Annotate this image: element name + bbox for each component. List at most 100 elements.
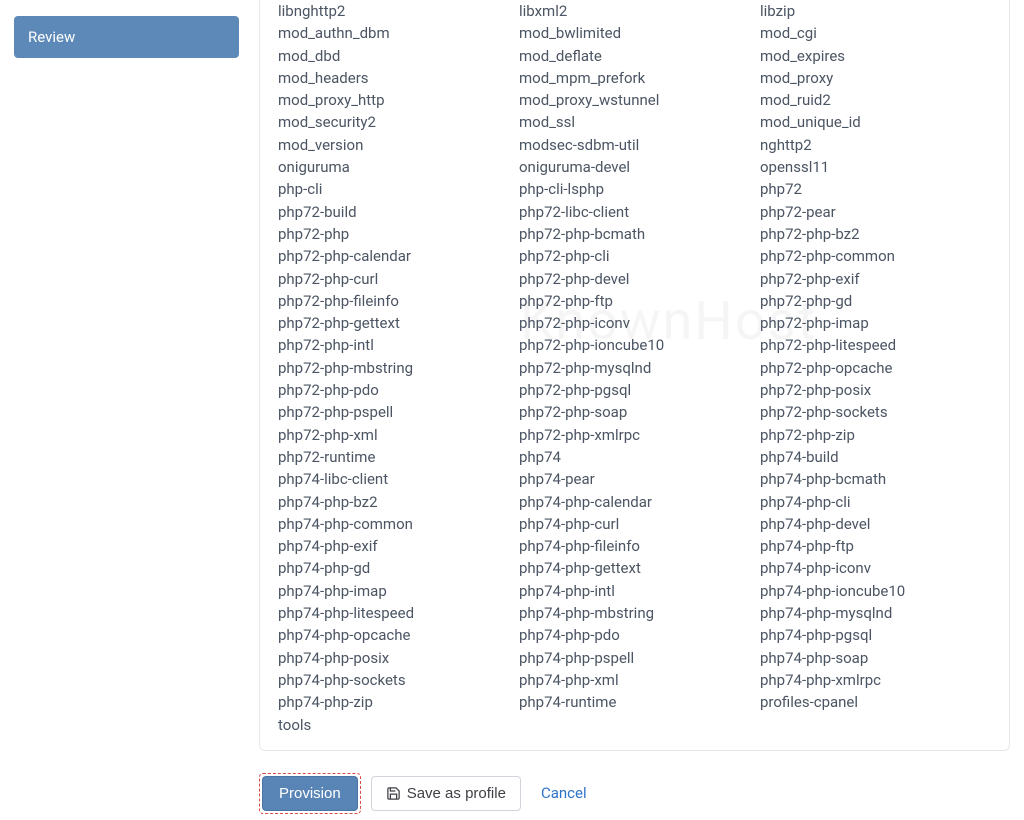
package-col-3: libzipmod_cgimod_expiresmod_proxymod_rui… <box>760 0 991 736</box>
package-item: php72-php-iconv <box>519 312 750 334</box>
package-item: php72-php-calendar <box>278 245 509 267</box>
package-item: php72-php-mysqlnd <box>519 357 750 379</box>
package-item: php74-php-zip <box>278 691 509 713</box>
package-item: php72 <box>760 178 991 200</box>
package-item: php74-build <box>760 446 991 468</box>
package-item: php72-php <box>278 223 509 245</box>
package-item: php72-php-ftp <box>519 290 750 312</box>
package-item: mod_dbd <box>278 45 509 67</box>
package-item: tools <box>278 714 509 736</box>
package-item: mod_unique_id <box>760 111 991 133</box>
package-item: php74-runtime <box>519 691 750 713</box>
package-item: php72-php-zip <box>760 424 991 446</box>
package-item: php74 <box>519 446 750 468</box>
package-item: php72-php-posix <box>760 379 991 401</box>
package-item: php74-php-cli <box>760 491 991 513</box>
package-item: php72-php-bcmath <box>519 223 750 245</box>
package-item: php74-php-mysqlnd <box>760 602 991 624</box>
package-item: php74-php-iconv <box>760 557 991 579</box>
cancel-link[interactable]: Cancel <box>541 784 587 802</box>
package-item: php72-php-gettext <box>278 312 509 334</box>
package-item: php72-libc-client <box>519 201 750 223</box>
step-review[interactable]: Review <box>14 16 239 58</box>
package-item: php74-php-common <box>278 513 509 535</box>
package-item: php72-php-xmlrpc <box>519 424 750 446</box>
package-item: php74-php-curl <box>519 513 750 535</box>
package-item: php74-php-intl <box>519 580 750 602</box>
package-item: php-cli-lsphp <box>519 178 750 200</box>
save-as-profile-label: Save as profile <box>407 785 506 802</box>
package-item: mod_ruid2 <box>760 89 991 111</box>
package-item: php74-php-ftp <box>760 535 991 557</box>
package-item: php72-php-ioncube10 <box>519 334 750 356</box>
package-item: php72-php-pspell <box>278 401 509 423</box>
package-item: php74-php-xml <box>519 669 750 691</box>
package-grid: libnghttp2mod_authn_dbmmod_dbdmod_header… <box>278 0 991 736</box>
package-item: profiles-cpanel <box>760 691 991 713</box>
package-item: php74-php-opcache <box>278 624 509 646</box>
provision-highlight: Provision <box>259 773 361 814</box>
package-item: php72-php-litespeed <box>760 334 991 356</box>
provision-button[interactable]: Provision <box>262 776 358 811</box>
package-item: nghttp2 <box>760 134 991 156</box>
package-item: mod_expires <box>760 45 991 67</box>
package-item: modsec-sdbm-util <box>519 134 750 156</box>
package-item: php74-php-ioncube10 <box>760 580 991 602</box>
package-item: php74-php-imap <box>278 580 509 602</box>
package-item: php74-php-pspell <box>519 647 750 669</box>
package-item: php72-php-gd <box>760 290 991 312</box>
package-item: php74-php-fileinfo <box>519 535 750 557</box>
package-item: mod_headers <box>278 67 509 89</box>
sidebar: Review <box>14 0 239 820</box>
package-item: php72-php-bz2 <box>760 223 991 245</box>
package-item: php74-php-calendar <box>519 491 750 513</box>
package-item: php74-php-litespeed <box>278 602 509 624</box>
package-item: php74-php-pgsql <box>760 624 991 646</box>
save-icon <box>386 786 401 801</box>
package-item: php74-php-bz2 <box>278 491 509 513</box>
package-item: php72-php-common <box>760 245 991 267</box>
package-item: php72-php-sockets <box>760 401 991 423</box>
package-item: php74-php-gettext <box>519 557 750 579</box>
package-item: libzip <box>760 0 991 22</box>
package-item: php72-php-curl <box>278 268 509 290</box>
package-item: mod_ssl <box>519 111 750 133</box>
package-item: php72-php-mbstring <box>278 357 509 379</box>
package-item: php-cli <box>278 178 509 200</box>
package-item: php72-php-fileinfo <box>278 290 509 312</box>
package-item: php72-runtime <box>278 446 509 468</box>
package-item: php74-php-exif <box>278 535 509 557</box>
package-item: openssl11 <box>760 156 991 178</box>
package-col-2: libxml2mod_bwlimitedmod_deflatemod_mpm_p… <box>519 0 750 736</box>
package-item: php74-php-soap <box>760 647 991 669</box>
package-item: php72-php-intl <box>278 334 509 356</box>
package-item: mod_version <box>278 134 509 156</box>
package-item: php74-php-posix <box>278 647 509 669</box>
package-item: php74-php-gd <box>278 557 509 579</box>
package-item: mod_proxy_wstunnel <box>519 89 750 111</box>
package-item: mod_bwlimited <box>519 22 750 44</box>
package-item: mod_authn_dbm <box>278 22 509 44</box>
page-container: Review libnghttp2mod_authn_dbmmod_dbdmod… <box>0 0 1024 820</box>
package-item: php72-php-opcache <box>760 357 991 379</box>
package-item: php74-php-xmlrpc <box>760 669 991 691</box>
save-as-profile-button[interactable]: Save as profile <box>371 776 521 811</box>
package-item: php72-php-xml <box>278 424 509 446</box>
package-item: php74-libc-client <box>278 468 509 490</box>
package-item: php72-php-pdo <box>278 379 509 401</box>
package-item: libxml2 <box>519 0 750 22</box>
package-item: php72-php-exif <box>760 268 991 290</box>
package-item: php72-php-imap <box>760 312 991 334</box>
package-item: oniguruma-devel <box>519 156 750 178</box>
package-item: php74-php-devel <box>760 513 991 535</box>
package-item: mod_proxy <box>760 67 991 89</box>
package-item: oniguruma <box>278 156 509 178</box>
package-item: php72-php-soap <box>519 401 750 423</box>
actions-bar: Provision Save as profile Cancel <box>259 773 1010 814</box>
package-item: php72-pear <box>760 201 991 223</box>
package-item: mod_proxy_http <box>278 89 509 111</box>
package-item: php72-php-devel <box>519 268 750 290</box>
package-item: php74-php-bcmath <box>760 468 991 490</box>
package-item: mod_mpm_prefork <box>519 67 750 89</box>
package-item: php74-php-mbstring <box>519 602 750 624</box>
